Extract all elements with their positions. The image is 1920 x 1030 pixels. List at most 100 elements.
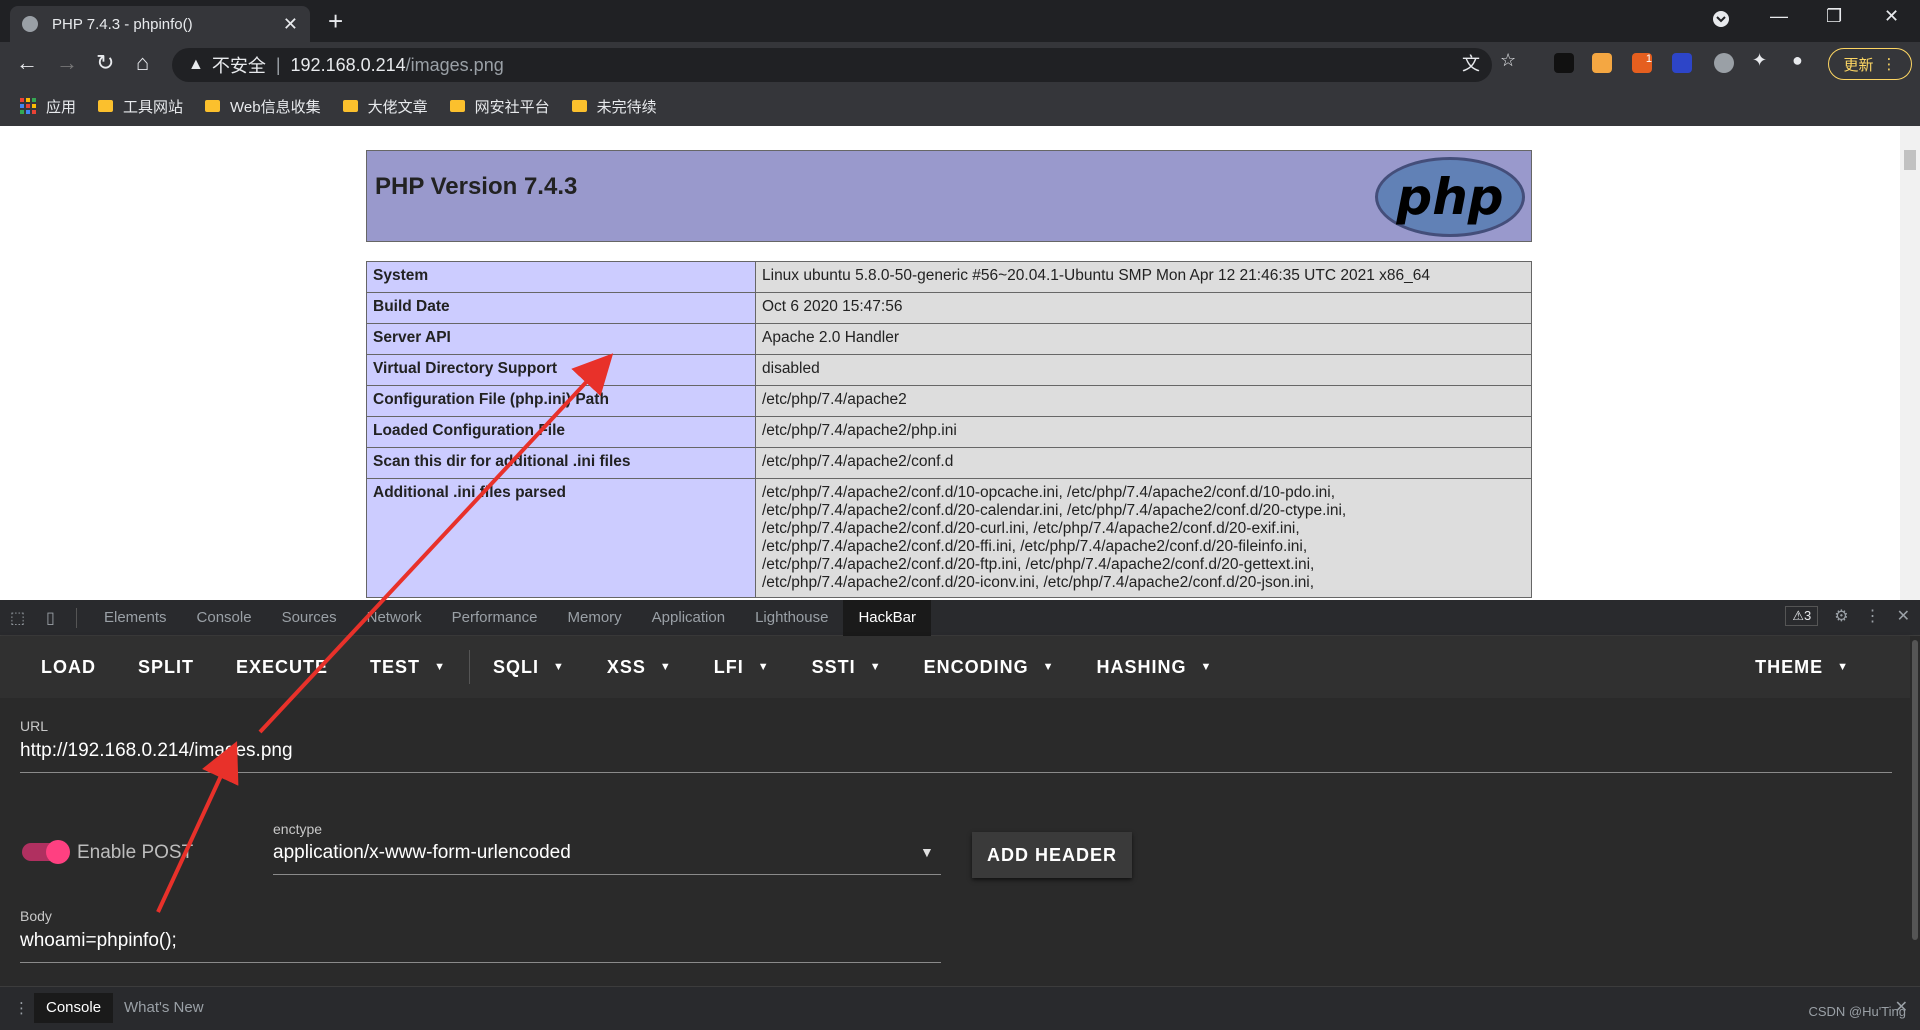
extension-circle-icon[interactable] bbox=[1714, 53, 1734, 73]
lfi-menu-button[interactable]: LFI ▼ bbox=[693, 657, 791, 678]
split-label: SPLIT bbox=[138, 656, 195, 677]
split-button[interactable]: SPLIT bbox=[117, 657, 215, 678]
devtools-tab-application[interactable]: Application bbox=[637, 600, 740, 636]
enctype-select[interactable]: application/x-www-form-urlencoded bbox=[273, 842, 571, 864]
extension-cookie-icon[interactable] bbox=[1592, 53, 1612, 73]
reload-icon[interactable]: ↻ bbox=[96, 50, 114, 76]
url-host: 192.168.0.214 bbox=[290, 54, 406, 75]
drawer-menu-icon[interactable]: ⋮ bbox=[14, 999, 29, 1017]
home-icon[interactable]: ⌂ bbox=[136, 50, 149, 76]
caret-down-icon: ▼ bbox=[869, 661, 882, 673]
devtools-right-controls: ⚠3 ⚙ ⋮ ✕ bbox=[1785, 606, 1910, 626]
browser-tab[interactable]: PHP 7.4.3 - phpinfo() ✕ bbox=[10, 6, 310, 42]
hackbar-scrollbar[interactable] bbox=[1910, 636, 1920, 986]
enable-post-toggle[interactable] bbox=[22, 840, 70, 864]
execute-button[interactable]: EXECUTE bbox=[215, 657, 349, 678]
test-menu-button[interactable]: TEST ▼ bbox=[349, 657, 467, 678]
warning-count-badge[interactable]: ⚠3 bbox=[1785, 606, 1819, 626]
update-button[interactable]: 更新 ⋮ bbox=[1828, 48, 1912, 80]
body-input[interactable]: whoami=phpinfo(); bbox=[20, 930, 177, 952]
bookmark-folder[interactable]: Web信息收集 bbox=[205, 96, 321, 117]
phpinfo-row: Additional .ini files parsed/etc/php/7.4… bbox=[366, 478, 1532, 598]
close-window-icon[interactable]: ✕ bbox=[1884, 6, 1899, 27]
xss-menu-button[interactable]: XSS ▼ bbox=[586, 657, 693, 678]
bookmark-folder[interactable]: 工具网站 bbox=[98, 96, 183, 117]
address-bar[interactable]: ▲ 不安全 | 192.168.0.214 /images.png bbox=[172, 48, 1492, 82]
phpinfo-value: /etc/php/7.4/apache2/php.ini bbox=[755, 416, 1532, 448]
devtools-tab-elements[interactable]: Elements bbox=[89, 600, 182, 636]
encoding-menu-button[interactable]: ENCODING ▼ bbox=[903, 657, 1076, 678]
phpinfo-table: System Linux ubuntu 5.8.0-50-generic #56~… bbox=[366, 261, 1532, 598]
devtools-tab-hackbar[interactable]: HackBar bbox=[843, 599, 931, 636]
caret-down-icon: ▼ bbox=[1200, 661, 1213, 673]
bookmark-folder[interactable]: 大佬文章 bbox=[342, 96, 428, 117]
caret-down-icon: ▼ bbox=[1042, 661, 1055, 673]
body-label: Body bbox=[20, 908, 52, 924]
devtools-tab-lighthouse[interactable]: Lighthouse bbox=[740, 600, 843, 636]
bookmark-folder[interactable]: 网安社平台 bbox=[449, 96, 550, 117]
ssti-label: SSTI bbox=[811, 656, 856, 677]
settings-gear-icon[interactable]: ⚙ bbox=[1834, 606, 1848, 626]
drawer-tab-whats-new[interactable]: What's New bbox=[112, 993, 216, 1023]
add-header-button[interactable]: ADD HEADER bbox=[972, 832, 1132, 878]
bookmark-apps[interactable]: 应用 bbox=[20, 96, 76, 117]
dropdown-arrow-icon[interactable]: ▼ bbox=[920, 844, 934, 860]
phpinfo-value: /etc/php/7.4/apache2/conf.d/10-opcache.i… bbox=[755, 478, 1532, 598]
extension-badge-icon[interactable]: 1 bbox=[1632, 53, 1652, 73]
load-button[interactable]: LOAD bbox=[20, 657, 117, 678]
ssti-menu-button[interactable]: SSTI ▼ bbox=[791, 657, 903, 678]
phpinfo-row: Server API Apache 2.0 Handler bbox=[366, 323, 1532, 355]
phpinfo-key: Additional .ini files parsed bbox=[366, 478, 756, 598]
device-toolbar-icon[interactable]: ▯ bbox=[46, 608, 72, 628]
devtools-tab-performance[interactable]: Performance bbox=[437, 600, 553, 636]
back-icon[interactable]: ← bbox=[16, 50, 38, 76]
new-tab-button[interactable]: + bbox=[328, 6, 343, 37]
caret-down-icon: ▼ bbox=[434, 661, 446, 673]
toggle-knob[interactable] bbox=[46, 840, 70, 864]
phpinfo-row: Configuration File (php.ini) Path/etc/ph… bbox=[366, 385, 1532, 417]
close-devtools-icon[interactable]: ✕ bbox=[1897, 606, 1910, 626]
inspect-element-icon[interactable]: ⬚ bbox=[10, 608, 36, 628]
php-version-title: PHP Version 7.4.3 bbox=[375, 173, 578, 200]
devtools-tab-sources[interactable]: Sources bbox=[267, 600, 352, 636]
devtools-tab-network[interactable]: Network bbox=[352, 600, 437, 636]
minimize-icon[interactable]: — bbox=[1770, 6, 1788, 27]
phpinfo-key: Virtual Directory Support bbox=[366, 354, 756, 386]
devtools-drawer: ⋮ Console What's New ✕ bbox=[0, 986, 1920, 1030]
hashing-menu-button[interactable]: HASHING ▼ bbox=[1075, 657, 1233, 678]
caret-down-icon: ▼ bbox=[552, 661, 565, 673]
folder-icon bbox=[571, 100, 587, 112]
scrollbar-thumb[interactable] bbox=[1912, 640, 1918, 940]
bookmark-folder[interactable]: 未完待续 bbox=[571, 96, 657, 117]
devtools-tab-console[interactable]: Console bbox=[182, 600, 267, 636]
phpinfo-key: Scan this dir for additional .ini files bbox=[366, 447, 756, 479]
body-input-underline bbox=[20, 962, 941, 963]
security-label[interactable]: 不安全 bbox=[212, 52, 266, 78]
theme-menu-button[interactable]: THEME ▼ bbox=[1734, 636, 1870, 698]
devtools-tab-memory[interactable]: Memory bbox=[553, 600, 637, 636]
extensions-puzzle-icon[interactable]: ✦ bbox=[1752, 50, 1767, 71]
hashing-label: HASHING bbox=[1096, 656, 1187, 677]
folder-icon bbox=[342, 100, 358, 112]
drawer-tab-console[interactable]: Console bbox=[34, 993, 114, 1023]
sqli-menu-button[interactable]: SQLI ▼ bbox=[472, 657, 586, 678]
close-tab-icon[interactable]: ✕ bbox=[283, 14, 298, 35]
phpinfo-value: Linux ubuntu 5.8.0-50-generic #56~20.04.… bbox=[755, 261, 1532, 293]
page-scrollbar[interactable] bbox=[1900, 126, 1920, 600]
extension-blue-icon[interactable] bbox=[1672, 53, 1692, 73]
more-options-icon[interactable]: ⋮ bbox=[1865, 606, 1881, 626]
forward-icon[interactable]: → bbox=[56, 50, 78, 76]
url-input[interactable]: http://192.168.0.214/images.png bbox=[20, 740, 293, 762]
translate-icon[interactable]: 文 bbox=[1462, 50, 1480, 76]
profile-avatar-icon[interactable]: ● bbox=[1792, 50, 1803, 71]
extension-n-icon[interactable] bbox=[1554, 53, 1574, 73]
globe-icon bbox=[22, 16, 38, 32]
tab-search-icon[interactable] bbox=[1712, 10, 1730, 33]
restore-icon[interactable]: ❐ bbox=[1826, 6, 1842, 27]
bookmark-star-icon[interactable]: ☆ bbox=[1500, 50, 1516, 71]
bookmark-label: 未完待续 bbox=[596, 98, 657, 116]
scrollbar-thumb[interactable] bbox=[1904, 150, 1916, 170]
hackbar-form: URL http://192.168.0.214/images.png Enab… bbox=[0, 698, 1910, 986]
update-label: 更新 bbox=[1843, 56, 1874, 74]
phpinfo-row: Loaded Configuration File/etc/php/7.4/ap… bbox=[366, 416, 1532, 448]
